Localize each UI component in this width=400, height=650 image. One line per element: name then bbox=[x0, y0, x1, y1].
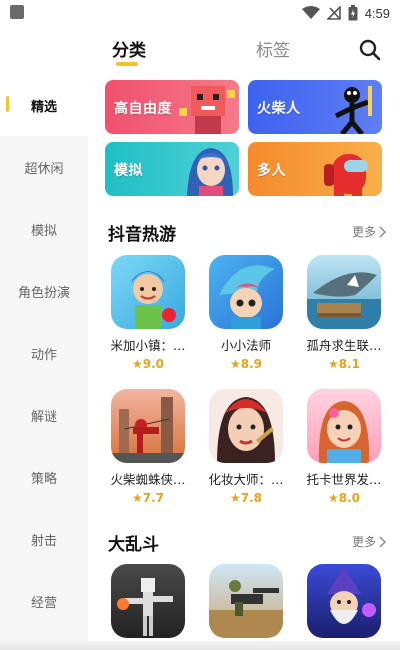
rating-value: 9.0 bbox=[142, 357, 165, 371]
bottom-divider bbox=[0, 641, 400, 650]
sidebar-item-featured[interactable]: 精选 bbox=[0, 74, 88, 136]
banner-stickman[interactable]: 火柴人 bbox=[248, 80, 382, 134]
game-card[interactable] bbox=[103, 564, 193, 638]
wifi-icon bbox=[301, 6, 320, 19]
sidebar-item-roleplay[interactable]: 角色扮演 bbox=[0, 260, 88, 322]
battery-charging-icon bbox=[348, 5, 358, 21]
game-card[interactable]: 火柴蜘蛛侠… ★7.7 bbox=[103, 389, 193, 509]
section-title: 大乱斗 bbox=[108, 535, 159, 555]
game-rating: ★7.8 bbox=[201, 491, 291, 505]
anime-girl-icon bbox=[187, 148, 233, 196]
sidebar-item-label: 射击 bbox=[30, 533, 57, 549]
game-name: 火柴蜘蛛侠… bbox=[110, 472, 186, 487]
tab-category[interactable]: 分类 bbox=[112, 36, 146, 66]
sidebar-item-label: 模拟 bbox=[30, 223, 57, 239]
rating-value: 8.0 bbox=[338, 491, 361, 505]
banner-high-freedom[interactable]: 高自由度 bbox=[105, 80, 239, 134]
banner-label: 高自由度 bbox=[114, 101, 172, 117]
chevron-right-icon bbox=[379, 535, 386, 548]
sidebar-item-label: 动作 bbox=[30, 347, 57, 363]
active-indicator bbox=[6, 96, 9, 112]
top-bar: 分类 标签 bbox=[90, 26, 400, 74]
sidebar-item-simulation[interactable]: 模拟 bbox=[0, 198, 88, 260]
game-card[interactable] bbox=[201, 564, 291, 638]
sidebar-item-label: 经营 bbox=[30, 595, 57, 611]
main-content: 高自由度 火柴人 模拟 多人 抖音热游 更多 米加小镇：… ★9.0 小小法师 … bbox=[88, 74, 400, 650]
banner-label: 模拟 bbox=[114, 163, 143, 179]
game-card[interactable]: 小小法师 ★8.9 bbox=[201, 255, 291, 375]
game-name: 孤舟求生联… bbox=[306, 338, 382, 353]
more-link[interactable]: 更多 bbox=[352, 533, 386, 550]
star-icon: ★ bbox=[131, 491, 143, 505]
sidebar-item-label: 解谜 bbox=[30, 409, 57, 425]
sidebar-item-label: 策略 bbox=[30, 471, 57, 487]
game-icon-miga-town bbox=[111, 255, 185, 329]
category-sidebar: 精选 超休闲 模拟 角色扮演 动作 解谜 策略 射击 经营 bbox=[0, 74, 88, 650]
game-name: 化妆大师：… bbox=[208, 472, 284, 487]
more-label: 更多 bbox=[351, 225, 376, 239]
game-icon-makeup-master bbox=[209, 389, 283, 463]
no-signal-icon bbox=[326, 6, 341, 20]
game-card[interactable]: 化妆大师：… ★7.8 bbox=[201, 389, 291, 509]
status-time: 4:59 bbox=[364, 5, 390, 21]
section-title: 抖音热游 bbox=[108, 225, 176, 245]
game-icon-wizard bbox=[307, 564, 381, 638]
more-label: 更多 bbox=[351, 535, 376, 549]
active-tab-indicator bbox=[116, 62, 138, 66]
star-icon: ★ bbox=[327, 491, 339, 505]
game-card[interactable]: 米加小镇：… ★9.0 bbox=[103, 255, 193, 375]
sidebar-item-hypercasual[interactable]: 超休闲 bbox=[0, 136, 88, 198]
sidebar-item-management[interactable]: 经营 bbox=[0, 570, 88, 632]
stickman-icon bbox=[334, 86, 372, 134]
star-icon: ★ bbox=[327, 357, 339, 371]
search-icon[interactable] bbox=[358, 38, 382, 62]
banner-simulation[interactable]: 模拟 bbox=[105, 142, 239, 196]
game-rating: ★9.0 bbox=[103, 357, 193, 371]
banner-label: 多人 bbox=[257, 163, 286, 179]
star-icon: ★ bbox=[229, 491, 241, 505]
notification-icon bbox=[10, 5, 24, 19]
game-name: 小小法师 bbox=[220, 338, 271, 353]
sidebar-item-puzzle[interactable]: 解谜 bbox=[0, 384, 88, 446]
sidebar-item-strategy[interactable]: 策略 bbox=[0, 446, 88, 508]
game-icon-raft-survival bbox=[307, 255, 381, 329]
game-rating: ★7.7 bbox=[103, 491, 193, 505]
game-icon-toca-world bbox=[307, 389, 381, 463]
rating-value: 8.9 bbox=[240, 357, 263, 371]
game-rating: ★8.9 bbox=[201, 357, 291, 371]
tab-label: 标签 bbox=[256, 41, 290, 61]
game-rating: ★8.0 bbox=[299, 491, 389, 505]
game-icon-little-mage bbox=[209, 255, 283, 329]
sidebar-item-label: 角色扮演 bbox=[17, 285, 70, 301]
crewmate-icon bbox=[324, 154, 368, 196]
more-link[interactable]: 更多 bbox=[352, 223, 386, 240]
rating-value: 7.8 bbox=[240, 491, 263, 505]
chevron-right-icon bbox=[379, 225, 386, 238]
rating-value: 8.1 bbox=[338, 357, 361, 371]
sidebar-item-shooter[interactable]: 射击 bbox=[0, 508, 88, 570]
banner-label: 火柴人 bbox=[257, 101, 301, 117]
game-rating: ★8.1 bbox=[299, 357, 389, 371]
sidebar-item-action[interactable]: 动作 bbox=[0, 322, 88, 384]
game-card[interactable] bbox=[299, 564, 389, 638]
rating-value: 7.7 bbox=[142, 491, 165, 505]
sidebar-item-label: 精选 bbox=[30, 99, 57, 115]
game-card[interactable]: 孤舟求生联… ★8.1 bbox=[299, 255, 389, 375]
game-icon-stickman-spider bbox=[111, 389, 185, 463]
game-icon-stickman-fighter bbox=[111, 564, 185, 638]
game-icon-army-shooter bbox=[209, 564, 283, 638]
status-bar: 4:59 bbox=[0, 0, 400, 26]
star-icon: ★ bbox=[229, 357, 241, 371]
sidebar-item-label: 超休闲 bbox=[24, 161, 64, 177]
banner-multiplayer[interactable]: 多人 bbox=[248, 142, 382, 196]
game-name: 托卡世界发… bbox=[306, 472, 382, 487]
game-name: 米加小镇：… bbox=[110, 338, 186, 353]
game-card[interactable]: 托卡世界发… ★8.0 bbox=[299, 389, 389, 509]
tab-tags[interactable]: 标签 bbox=[256, 36, 290, 61]
star-icon: ★ bbox=[131, 357, 143, 371]
blocky-character-icon bbox=[179, 86, 235, 134]
tab-label: 分类 bbox=[112, 41, 146, 61]
